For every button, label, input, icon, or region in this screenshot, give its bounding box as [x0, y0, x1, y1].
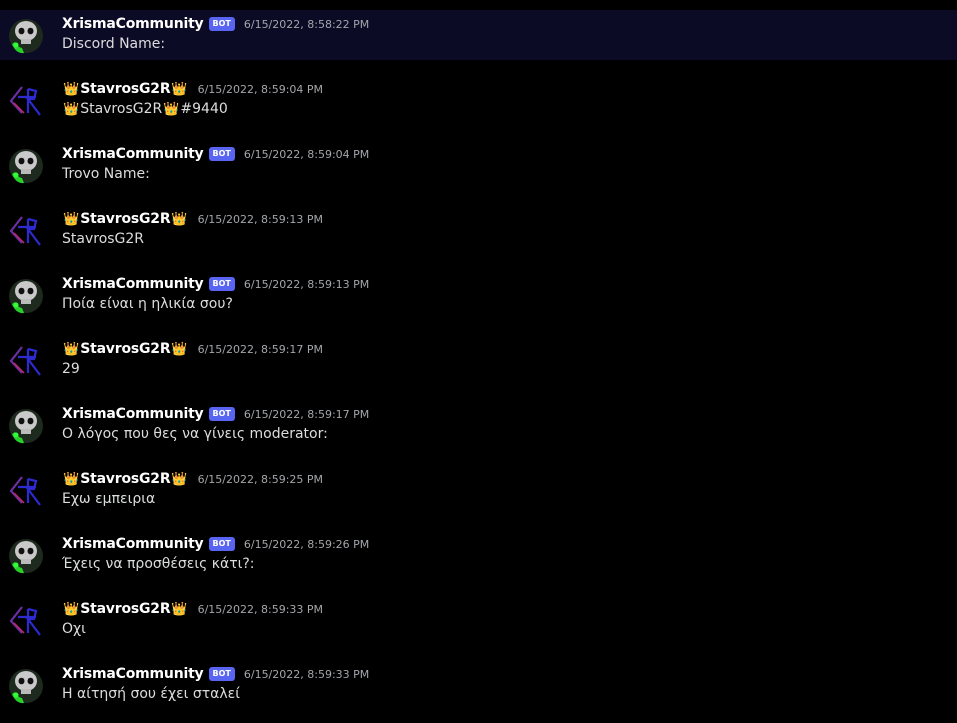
message-text: Έχεις να προσθέσεις κάτι?: [62, 556, 255, 572]
skull-avatar-icon [9, 539, 43, 574]
g2r-logo-avatar-icon [9, 476, 41, 506]
g2r-logo-avatar-icon [9, 86, 41, 116]
crown-icon: 👑 [163, 102, 180, 117]
bot-avatar[interactable] [8, 534, 44, 576]
message-row: 👑 StavrosG2R 👑 6/15/2022, 8:59:33 PM Οχι [0, 595, 957, 645]
message-text-name: StavrosG2R [80, 101, 163, 117]
bot-badge: BOT [208, 17, 235, 31]
message-text: Discord Name: [62, 36, 166, 52]
message-row: XrismaCommunity BOT 6/15/2022, 8:59:04 P… [0, 140, 957, 190]
username[interactable]: StavrosG2R [80, 211, 170, 227]
skull-avatar-icon [9, 149, 43, 184]
username[interactable]: StavrosG2R [80, 471, 170, 487]
user-avatar[interactable] [8, 599, 44, 641]
g2r-logo-avatar-icon [9, 346, 41, 376]
crown-icon: 👑 [63, 601, 80, 617]
message-text: Οχι [62, 621, 86, 637]
username[interactable]: XrismaCommunity [62, 666, 204, 682]
bot-badge: BOT [208, 147, 235, 161]
timestamp: 6/15/2022, 8:59:13 PM [243, 277, 370, 291]
skull-avatar-icon [9, 669, 43, 704]
bot-badge: BOT [208, 407, 235, 421]
user-avatar[interactable] [8, 339, 44, 381]
crown-icon: 👑 [63, 81, 80, 97]
bot-avatar[interactable] [8, 274, 44, 316]
crown-icon: 👑 [171, 211, 188, 227]
chat-log: XrismaCommunity BOT 6/15/2022, 8:58:22 P… [0, 0, 957, 723]
g2r-logo-avatar-icon [9, 216, 41, 246]
user-avatar[interactable] [8, 209, 44, 251]
skull-avatar-icon [9, 279, 43, 314]
crown-icon: 👑 [63, 341, 80, 357]
message-text: 29 [62, 361, 80, 377]
bot-avatar[interactable] [8, 404, 44, 446]
message-text-tag: #9440 [180, 101, 228, 117]
skull-avatar-icon [9, 409, 43, 444]
username[interactable]: XrismaCommunity [62, 146, 204, 162]
crown-icon: 👑 [63, 211, 80, 227]
message-row: XrismaCommunity BOT 6/15/2022, 8:59:17 P… [0, 400, 957, 450]
username[interactable]: XrismaCommunity [62, 406, 204, 422]
crown-icon: 👑 [171, 81, 188, 97]
crown-icon: 👑 [63, 102, 80, 117]
message-row: XrismaCommunity BOT 6/15/2022, 8:59:13 P… [0, 270, 957, 320]
bot-avatar[interactable] [8, 14, 44, 56]
message-text: Ο λόγος που θες να γίνεις moderator: [62, 426, 328, 442]
message-row: 👑 StavrosG2R 👑 6/15/2022, 8:59:13 PM Sta… [0, 205, 957, 255]
timestamp: 6/15/2022, 8:59:17 PM [243, 407, 370, 421]
username[interactable]: StavrosG2R [80, 341, 170, 357]
message-text: Trovo Name: [62, 166, 150, 182]
username[interactable]: XrismaCommunity [62, 276, 204, 292]
message-text: Εχω εμπειρια [62, 491, 156, 507]
username[interactable]: XrismaCommunity [62, 16, 204, 32]
bot-avatar[interactable] [8, 664, 44, 706]
message-text: StavrosG2R [62, 231, 145, 247]
username[interactable]: XrismaCommunity [62, 536, 204, 552]
user-avatar[interactable] [8, 469, 44, 511]
message-text: Η αίτησή σου έχει σταλεί [62, 686, 240, 702]
g2r-logo-avatar-icon [9, 606, 41, 636]
message-row: XrismaCommunity BOT 6/15/2022, 8:58:22 P… [0, 10, 957, 60]
username[interactable]: StavrosG2R [80, 81, 170, 97]
username[interactable]: StavrosG2R [80, 601, 170, 617]
bot-badge: BOT [208, 537, 235, 551]
message-row: XrismaCommunity BOT 6/15/2022, 8:59:33 P… [0, 660, 957, 710]
bot-badge: BOT [208, 277, 235, 291]
timestamp: 6/15/2022, 8:59:13 PM [197, 212, 324, 226]
timestamp: 6/15/2022, 8:59:04 PM [197, 82, 324, 96]
timestamp: 6/15/2022, 8:59:26 PM [243, 537, 370, 551]
timestamp: 6/15/2022, 8:58:22 PM [243, 17, 370, 31]
user-avatar[interactable] [8, 79, 44, 121]
message-row: 👑 StavrosG2R 👑 6/15/2022, 8:59:25 PM Εχω… [0, 465, 957, 515]
timestamp: 6/15/2022, 8:59:17 PM [197, 342, 324, 356]
skull-avatar-icon [9, 19, 43, 54]
timestamp: 6/15/2022, 8:59:33 PM [243, 667, 370, 681]
message-row: 👑 StavrosG2R 👑 6/15/2022, 8:59:17 PM 29 [0, 335, 957, 385]
message-text: Ποία είναι η ηλικία σου? [62, 296, 233, 312]
message-text: 👑StavrosG2R👑#9440 [62, 101, 228, 117]
timestamp: 6/15/2022, 8:59:04 PM [243, 147, 370, 161]
crown-icon: 👑 [171, 471, 188, 487]
bot-badge: BOT [208, 667, 235, 681]
timestamp: 6/15/2022, 8:59:25 PM [197, 472, 324, 486]
bot-avatar[interactable] [8, 144, 44, 186]
message-row: 👑 StavrosG2R 👑 6/15/2022, 8:59:04 PM 👑St… [0, 75, 957, 125]
crown-icon: 👑 [171, 601, 188, 617]
message-row: XrismaCommunity BOT 6/15/2022, 8:59:26 P… [0, 530, 957, 580]
timestamp: 6/15/2022, 8:59:33 PM [197, 602, 324, 616]
crown-icon: 👑 [63, 471, 80, 487]
crown-icon: 👑 [171, 341, 188, 357]
